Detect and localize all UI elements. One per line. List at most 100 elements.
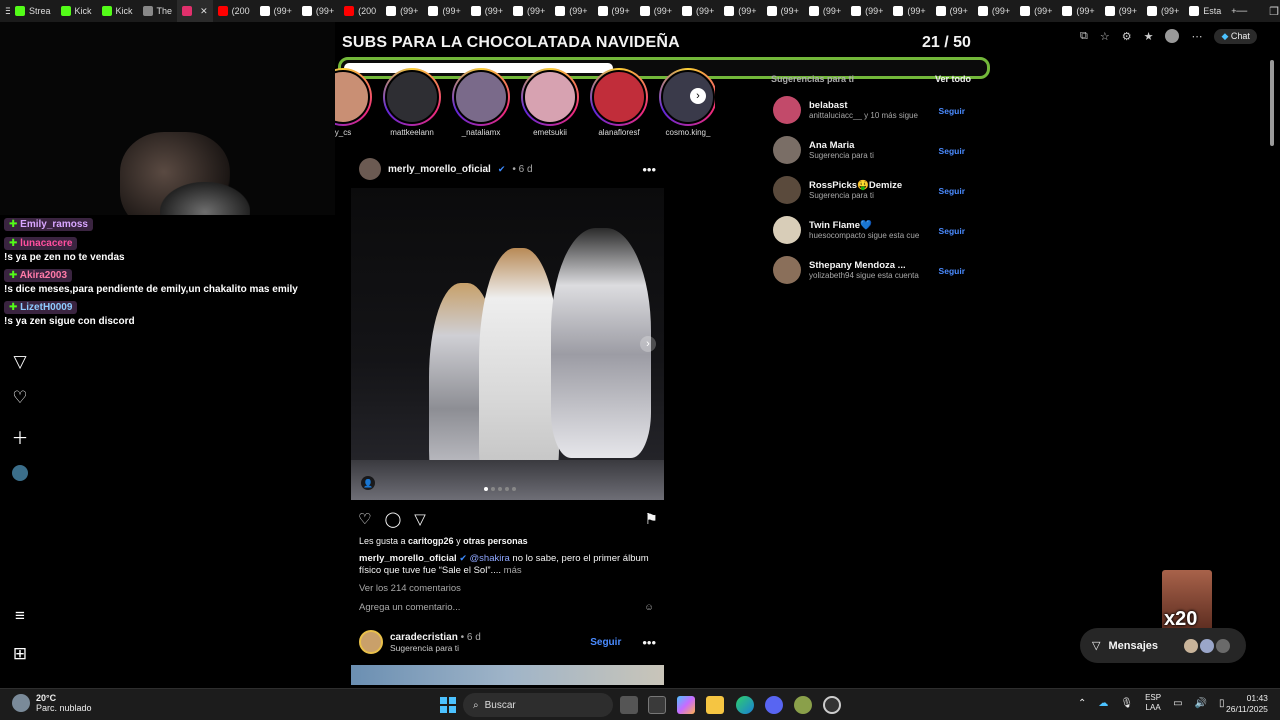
caption-username[interactable]: merly_morello_oficial xyxy=(359,553,457,564)
browser-tab[interactable]: Strea xyxy=(10,0,56,22)
story-item[interactable]: mattkeelann xyxy=(382,68,442,137)
story-item[interactable]: emetsukii xyxy=(520,68,580,137)
browser-tab[interactable]: (99+ xyxy=(931,0,973,22)
likes-others-link[interactable]: otras personas xyxy=(463,536,528,546)
profile-nav-avatar[interactable] xyxy=(10,463,30,483)
post-author-username[interactable]: merly_morello_oficial xyxy=(388,164,491,175)
post-options-icon[interactable]: ••• xyxy=(642,162,656,177)
browser-tab[interactable]: (99+ xyxy=(381,0,423,22)
more-menu-hamburger-icon[interactable]: ≡ xyxy=(10,606,30,626)
browser-tab[interactable]: (99+ xyxy=(550,0,592,22)
emoji-icon[interactable]: ☺ xyxy=(644,602,654,613)
browser-tab[interactable]: ✕ xyxy=(177,0,213,22)
create-plus-icon[interactable]: ＋ xyxy=(10,426,30,448)
split-screen-icon[interactable]: ⧉ xyxy=(1080,30,1088,43)
tab-close-icon[interactable]: ✕ xyxy=(200,6,208,17)
store-icon[interactable] xyxy=(648,696,666,714)
share-send-icon[interactable]: ▽ xyxy=(414,510,426,528)
browser-tab[interactable]: (99+ xyxy=(719,0,761,22)
system-clock[interactable]: 01:43 26/11/2025 xyxy=(1226,693,1268,715)
post2-author-username[interactable]: caradecristian xyxy=(390,632,458,643)
maximize-icon[interactable]: ❐ xyxy=(1269,5,1279,18)
favorites-icon[interactable]: ★ xyxy=(1144,30,1154,43)
browser-tab[interactable]: (99+ xyxy=(677,0,719,22)
browser-tab[interactable]: (99+ xyxy=(1142,0,1184,22)
browser-tab[interactable]: (99+ xyxy=(804,0,846,22)
browser-tab[interactable]: (99+ xyxy=(846,0,888,22)
view-comments-link[interactable]: Ver los 214 comentarios xyxy=(351,577,664,594)
edge-browser-icon[interactable] xyxy=(736,696,754,714)
start-windows-icon[interactable] xyxy=(440,697,456,713)
browser-tab[interactable]: (99+ xyxy=(297,0,339,22)
story-item[interactable]: _nataliamx xyxy=(451,68,511,137)
onedrive-icon[interactable]: ☁ xyxy=(1098,698,1108,709)
game-app-icon[interactable] xyxy=(794,696,812,714)
extensions-icon[interactable]: ⚙ xyxy=(1122,30,1132,43)
window-menu-icon[interactable]: ☰ xyxy=(0,0,10,22)
page-scrollbar[interactable] xyxy=(1268,48,1276,688)
comment-icon[interactable]: ◯ xyxy=(384,510,401,528)
suggestion-avatar[interactable] xyxy=(773,176,801,204)
tray-overflow-icon[interactable]: ⌃ xyxy=(1078,698,1086,709)
language-indicator[interactable]: ESP LAA xyxy=(1145,693,1161,713)
volume-icon[interactable]: 🔊 xyxy=(1195,698,1207,709)
like-heart-icon[interactable]: ♡ xyxy=(358,510,371,528)
post2-follow-button[interactable]: Seguir xyxy=(590,637,621,648)
browser-tab[interactable]: (99+ xyxy=(973,0,1015,22)
obs-icon[interactable] xyxy=(823,696,841,714)
browser-tab[interactable]: (200 xyxy=(339,0,381,22)
save-bookmark-icon[interactable]: ⚑ xyxy=(645,510,658,528)
weather-widget[interactable]: 20°C Parc. nublado xyxy=(12,693,92,713)
stories-next-button[interactable]: › xyxy=(690,88,706,104)
story-item[interactable]: cosmo.king_ xyxy=(658,68,715,137)
post2-author-avatar[interactable] xyxy=(359,630,383,654)
browser-tab[interactable]: (99+ xyxy=(593,0,635,22)
suggestion-username[interactable]: Ana Maria xyxy=(809,140,874,151)
notifications-heart-icon[interactable]: ♡ xyxy=(10,388,30,408)
browser-tab[interactable]: (99+ xyxy=(255,0,297,22)
copilot-chat-button[interactable]: ◆ Chat xyxy=(1214,28,1257,44)
browser-tab[interactable]: (99+ xyxy=(1015,0,1057,22)
file-explorer-icon[interactable] xyxy=(706,696,724,714)
favorite-star-icon[interactable]: ☆ xyxy=(1100,30,1110,43)
browser-tab[interactable]: (99+ xyxy=(466,0,508,22)
scrollbar-thumb[interactable] xyxy=(1270,60,1274,146)
suggestion-follow-button[interactable]: Seguir xyxy=(939,266,965,276)
browser-tab[interactable]: Kick xyxy=(97,0,138,22)
suggestion-username[interactable]: Sthepany Mendoza ... xyxy=(809,260,919,271)
likes-user[interactable]: caritogp26 xyxy=(408,536,454,546)
more-menu-icon[interactable]: ⋯ xyxy=(1191,30,1202,43)
messages-button[interactable]: ▽ Mensajes xyxy=(1080,628,1246,663)
browser-tab[interactable]: (99+ xyxy=(635,0,677,22)
suggestion-username[interactable]: belabast xyxy=(809,100,918,111)
browser-tab[interactable]: (200 xyxy=(213,0,255,22)
discord-icon[interactable] xyxy=(765,696,783,714)
share-icon[interactable]: ▽ xyxy=(10,352,30,372)
suggestion-avatar[interactable] xyxy=(773,256,801,284)
new-tab-button[interactable]: + xyxy=(1226,0,1236,22)
browser-tab[interactable]: (99+ xyxy=(1100,0,1142,22)
suggestion-avatar[interactable] xyxy=(773,136,801,164)
battery-icon[interactable]: ▯ xyxy=(1219,698,1225,709)
browser-tab[interactable]: (99+ xyxy=(423,0,465,22)
microphone-icon[interactable]: 🎙 xyxy=(1120,698,1133,709)
suggestion-follow-button[interactable]: Seguir xyxy=(939,186,965,196)
story-item[interactable]: alanafloresf xyxy=(589,68,649,137)
browser-tab[interactable]: Kick xyxy=(56,0,97,22)
minimize-icon[interactable]: — xyxy=(1236,5,1247,18)
suggestion-username[interactable]: RossPicks🤑Demize xyxy=(809,180,902,191)
task-view-icon[interactable] xyxy=(620,696,638,714)
taskbar-search[interactable]: ⌕ Buscar xyxy=(463,693,613,717)
browser-tab[interactable]: (99+ xyxy=(1057,0,1099,22)
copilot-app-icon[interactable] xyxy=(677,696,695,714)
see-all-link[interactable]: Ver todo xyxy=(935,74,971,84)
suggestion-avatar[interactable] xyxy=(773,96,801,124)
browser-tab[interactable]: (99+ xyxy=(508,0,550,22)
display-icon[interactable]: ▭ xyxy=(1173,698,1182,709)
caption-mention[interactable]: @shakira xyxy=(470,553,510,564)
browser-tab[interactable]: (99+ xyxy=(888,0,930,22)
tagged-people-icon[interactable]: 👤 xyxy=(361,476,375,490)
profile-avatar[interactable] xyxy=(1165,29,1180,43)
browser-tab[interactable]: (99+ xyxy=(762,0,804,22)
suggestion-follow-button[interactable]: Seguir xyxy=(939,146,965,156)
